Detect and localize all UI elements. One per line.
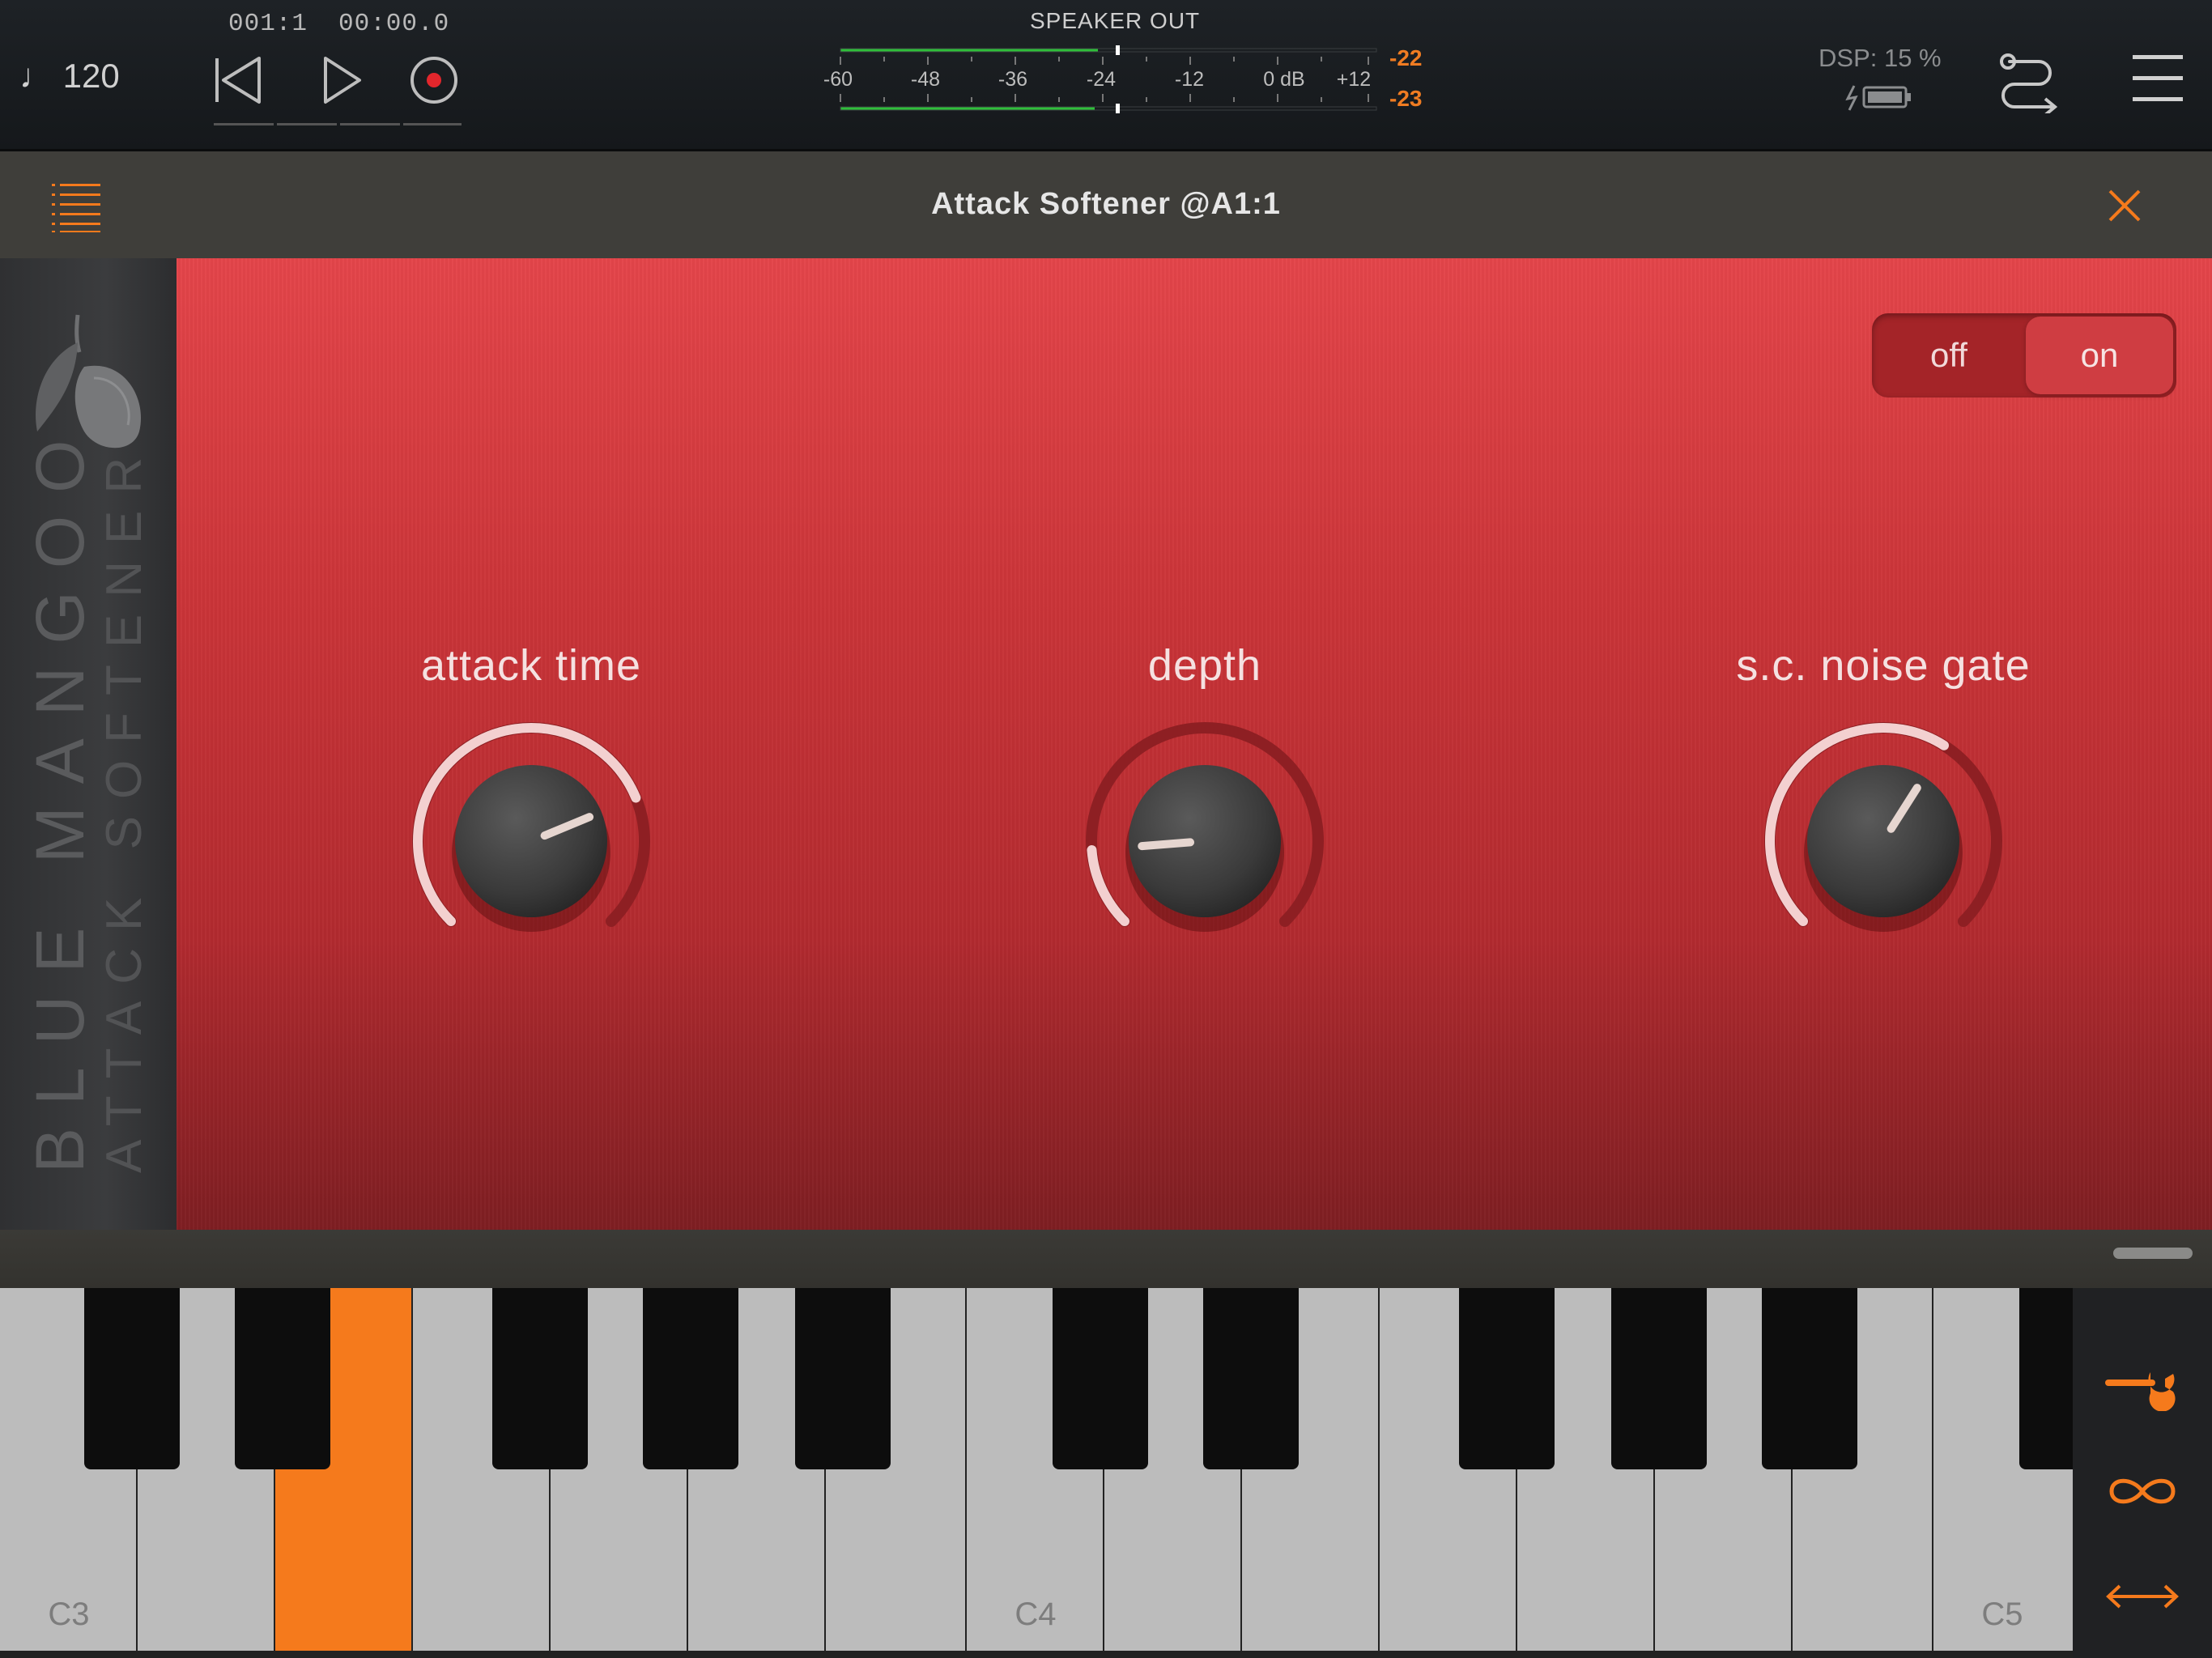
left-level-bar xyxy=(840,49,1098,52)
key-label: C5 xyxy=(1981,1596,2023,1632)
dsp-load: DSP: 15 % xyxy=(1819,44,1942,72)
knob-graphic xyxy=(412,722,650,932)
record-button[interactable] xyxy=(403,47,465,113)
piano-key-d-sharp-3[interactable] xyxy=(235,1288,330,1469)
skip-back-icon xyxy=(215,57,261,104)
play-icon xyxy=(324,57,361,104)
meter-scale-label: -12 xyxy=(1175,68,1204,91)
left-peak-marker xyxy=(1116,45,1120,55)
brand-name: BLUE MANGOO xyxy=(22,417,98,1173)
routing-icon[interactable] xyxy=(1997,45,2060,113)
meter-scale-label: +12 xyxy=(1337,68,1371,91)
key-label: C4 xyxy=(1015,1596,1057,1632)
close-icon[interactable] xyxy=(2105,186,2144,225)
meter-scale-label: -48 xyxy=(911,68,940,91)
plugin-title: Attack Softener @A1:1 xyxy=(931,187,1281,221)
meter-scale-label: -24 xyxy=(1087,68,1116,91)
battery-charging-icon xyxy=(1845,85,1911,111)
brand-strip: BLUE MANGOO ATTACK SOFTENER xyxy=(0,258,177,1230)
main-menu-icon[interactable] xyxy=(2133,52,2183,105)
keyboard-tools xyxy=(2073,1288,2212,1658)
piano-key-c-sharp-5[interactable] xyxy=(2019,1288,2073,1469)
key-label: C3 xyxy=(48,1596,90,1632)
attack-time-knob[interactable] xyxy=(393,704,669,979)
knob-label-attack-time: attack time xyxy=(420,641,642,690)
transport-underline xyxy=(340,123,400,125)
noise-gate-knob[interactable] xyxy=(1746,704,2021,979)
level-meter: -60 -48 -36 -24 -12 0 dB +12 xyxy=(823,45,1377,113)
brand-product: ATTACK SOFTENER xyxy=(96,440,152,1173)
loop-icon[interactable] xyxy=(2102,1463,2183,1520)
play-button[interactable] xyxy=(311,47,372,113)
rewind-button[interactable] xyxy=(207,47,269,113)
bypass-switch[interactable]: off on xyxy=(1872,313,2176,397)
knob-graphic xyxy=(1764,722,2002,932)
piano-key-a-sharp-4[interactable] xyxy=(1762,1288,1857,1469)
wrench-icon[interactable] xyxy=(2102,1354,2183,1411)
record-icon xyxy=(410,57,457,104)
meter-title: SPEAKER OUT xyxy=(1030,8,1201,33)
piano-key-g-sharp-3[interactable] xyxy=(643,1288,738,1469)
transport-underline xyxy=(403,123,462,125)
piano-key-f-sharp-3[interactable] xyxy=(492,1288,588,1469)
piano-keyboard: C3 C4 C5 xyxy=(0,1288,2073,1658)
plugin-panel: off on attack time depth s.c. noise gate xyxy=(177,258,2212,1230)
transport-underline xyxy=(277,123,337,125)
peak-readout-right: -23 xyxy=(1389,86,1423,111)
knob-indicator xyxy=(1138,838,1195,851)
bar-position-readout: 001:1 xyxy=(228,10,308,38)
switch-off-option[interactable]: off xyxy=(1872,313,2026,397)
right-level-bar xyxy=(840,107,1095,110)
piano-key-c-sharp-4[interactable] xyxy=(1053,1288,1148,1469)
depth-knob[interactable] xyxy=(1067,704,1342,979)
meter-scale-label: -60 xyxy=(823,68,853,91)
transport-bar: ♩ 120 001:1 00:00.0 SPEAKER OUT -60 -48 … xyxy=(0,0,2212,151)
meter-scale-label: 0 dB xyxy=(1263,68,1304,91)
piano-key-f-sharp-4[interactable] xyxy=(1459,1288,1555,1469)
piano-key-a-sharp-3[interactable] xyxy=(795,1288,891,1469)
piano-key-c-sharp-3[interactable] xyxy=(84,1288,180,1469)
keyboard-drawer xyxy=(0,1230,2212,1288)
piano-key-g-sharp-4[interactable] xyxy=(1611,1288,1707,1469)
knob-label-noise-gate: s.c. noise gate xyxy=(1736,641,2031,690)
knob-graphic xyxy=(1086,722,1324,932)
peak-readout-left: -22 xyxy=(1389,45,1423,70)
drawer-handle[interactable] xyxy=(2113,1248,2193,1259)
tempo-display[interactable]: ♩ 120 xyxy=(19,57,120,96)
right-peak-marker xyxy=(1116,104,1120,113)
piano-key-d-sharp-4[interactable] xyxy=(1203,1288,1299,1469)
time-position-readout: 00:00.0 xyxy=(338,10,450,38)
switch-on-option[interactable]: on xyxy=(2026,317,2173,394)
meter-scale-label: -36 xyxy=(998,68,1027,91)
resize-arrows-icon[interactable] xyxy=(2102,1568,2183,1625)
knob-label-depth: depth xyxy=(1147,641,1262,690)
plugin-title-bar: Attack Softener @A1:1 xyxy=(0,151,2212,258)
transport-underline xyxy=(214,123,274,125)
